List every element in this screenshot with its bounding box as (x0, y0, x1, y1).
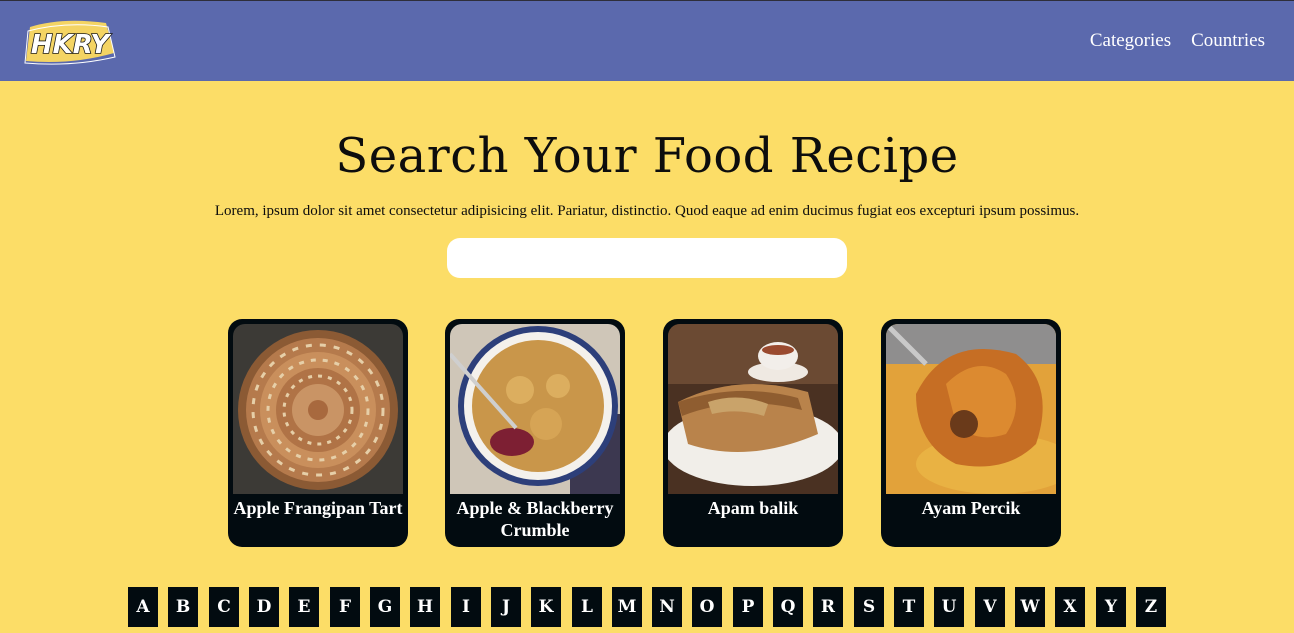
letter-button-s[interactable]: S (854, 587, 884, 627)
letter-button-m[interactable]: M (612, 587, 642, 627)
letter-button-z[interactable]: Z (1136, 587, 1166, 627)
letter-button-c[interactable]: C (209, 587, 239, 627)
letter-button-g[interactable]: G (370, 587, 400, 627)
page-title: Search Your Food Recipe (335, 128, 959, 184)
recipe-title: Ayam Percik (921, 498, 1021, 518)
letter-button-f[interactable]: F (330, 587, 360, 627)
letter-button-a[interactable]: A (128, 587, 158, 627)
letter-button-n[interactable]: N (652, 587, 682, 627)
navbar: HKRY Categories Countries (0, 0, 1294, 81)
recipe-card[interactable]: Apple Frangipan Tart (228, 319, 408, 547)
hkry-logo[interactable]: HKRY (22, 19, 120, 67)
letter-button-e[interactable]: E (289, 587, 319, 627)
svg-text:HKRY: HKRY (31, 30, 113, 60)
recipe-title: Apple & Blackberry Crumble (456, 498, 614, 540)
letter-button-i[interactable]: I (451, 587, 481, 627)
nav-links: Categories Countries (1090, 30, 1265, 52)
recipe-image (233, 324, 403, 494)
letter-button-r[interactable]: R (813, 587, 843, 627)
nav-link-countries[interactable]: Countries (1191, 30, 1265, 52)
recipe-title: Apam balik (707, 498, 799, 518)
recipe-title: Apple Frangipan Tart (233, 498, 403, 518)
letter-button-y[interactable]: Y (1096, 587, 1126, 627)
letter-button-k[interactable]: K (531, 587, 561, 627)
letter-button-d[interactable]: D (249, 587, 279, 627)
search-input[interactable] (447, 238, 847, 278)
letter-button-t[interactable]: T (894, 587, 924, 627)
recipe-card[interactable]: Apple & Blackberry Crumble (445, 319, 625, 547)
recipe-card[interactable]: Ayam Percik (881, 319, 1061, 547)
letter-button-p[interactable]: P (733, 587, 763, 627)
recipe-image (450, 324, 620, 494)
alphabet-filter: ABCDEFGHIJKLMNOPQRSTUVWXYZ (128, 587, 1166, 627)
nav-link-categories[interactable]: Categories (1090, 30, 1171, 52)
letter-button-x[interactable]: X (1055, 587, 1085, 627)
letter-button-l[interactable]: L (572, 587, 602, 627)
letter-button-o[interactable]: O (692, 587, 722, 627)
letter-button-h[interactable]: H (410, 587, 440, 627)
letter-button-w[interactable]: W (1015, 587, 1045, 627)
letter-button-u[interactable]: U (934, 587, 964, 627)
recipe-card[interactable]: Apam balik (663, 319, 843, 547)
letter-button-j[interactable]: J (491, 587, 521, 627)
letter-button-b[interactable]: B (168, 587, 198, 627)
recipe-image (668, 324, 838, 494)
letter-button-v[interactable]: V (975, 587, 1005, 627)
hero-description: Lorem, ipsum dolor sit amet consectetur … (214, 203, 1080, 219)
letter-button-q[interactable]: Q (773, 587, 803, 627)
recipe-image (886, 324, 1056, 494)
